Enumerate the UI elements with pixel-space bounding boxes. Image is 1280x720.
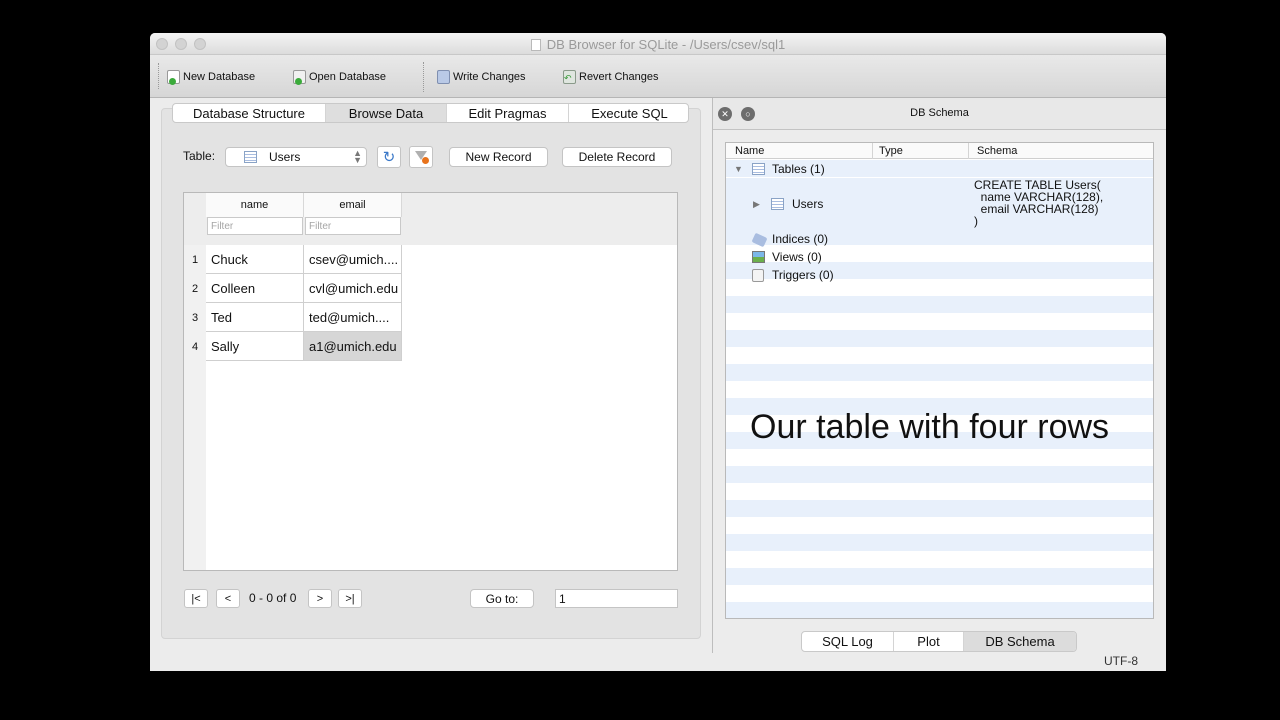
cell-name[interactable]: Colleen — [206, 274, 304, 303]
tables-label: Tables (1) — [772, 162, 825, 176]
users-label: Users — [792, 197, 824, 211]
title-bar: DB Browser for SQLite - /Users/csev/sql1 — [150, 33, 1166, 55]
clear-filter-icon — [415, 151, 429, 164]
cell-email[interactable]: ted@umich.... — [304, 303, 402, 332]
record-range: 0 - 0 of 0 — [249, 591, 297, 605]
row-number[interactable]: 1 — [184, 245, 206, 274]
table-select-value: Users — [269, 150, 301, 164]
table-label: Table: — [183, 149, 216, 163]
cell-name[interactable]: Chuck — [206, 245, 304, 274]
triggers-label: Triggers (0) — [772, 268, 834, 282]
main-tabs: Database Structure Browse Data Edit Prag… — [172, 103, 689, 123]
cell-name[interactable]: Sally — [206, 332, 304, 361]
prev-page-button[interactable]: < — [216, 589, 240, 608]
users-schema-sql: CREATE TABLE Users( name VARCHAR(128), e… — [974, 178, 1104, 228]
filter-input-email[interactable]: Filter — [305, 217, 401, 235]
overlay-caption: Our table with four rows — [750, 408, 1110, 446]
table-select[interactable]: Users ▲ ▼ — [225, 147, 367, 167]
encoding-status: UTF-8 — [1104, 654, 1138, 668]
tab-browse-data[interactable]: Browse Data — [326, 104, 447, 122]
first-page-button[interactable]: |< — [184, 589, 208, 608]
revert-icon: ↶ — [563, 70, 576, 84]
filter-input-name[interactable]: Filter — [207, 217, 303, 235]
refresh-button[interactable]: ↻ — [377, 146, 401, 168]
main-toolbar: New Database Open Database Write Changes… — [150, 55, 1166, 98]
tab-database-structure[interactable]: Database Structure — [173, 104, 326, 122]
cell-email[interactable]: csev@umich.... — [304, 245, 402, 274]
save-icon — [437, 70, 450, 84]
views-label: Views (0) — [772, 250, 822, 264]
toolbar-separator — [423, 62, 424, 92]
tree-item-views[interactable]: Views (0) — [726, 249, 1153, 266]
next-page-button[interactable]: > — [308, 589, 332, 608]
header-schema[interactable]: Schema — [977, 145, 1017, 157]
clear-filters-button[interactable] — [409, 146, 433, 168]
chevron-updown-icon: ▲ ▼ — [353, 148, 362, 165]
header-name[interactable]: Name — [735, 145, 764, 157]
app-window: DB Browser for SQLite - /Users/csev/sql1… — [150, 33, 1166, 671]
tab-db-schema[interactable]: DB Schema — [964, 632, 1076, 651]
open-database-button[interactable]: Open Database — [293, 68, 386, 86]
window-title: DB Browser for SQLite - /Users/csev/sql1 — [150, 37, 1166, 52]
write-changes-label: Write Changes — [453, 71, 526, 83]
new-database-button[interactable]: New Database — [167, 68, 255, 86]
cell-email[interactable]: cvl@umich.edu — [304, 274, 402, 303]
table-icon — [244, 151, 257, 163]
header-separator — [872, 143, 873, 159]
goto-button[interactable]: Go to: — [470, 589, 534, 608]
table-icon — [771, 198, 784, 210]
column-header-email[interactable]: email — [304, 193, 402, 217]
revert-changes-label: Revert Changes — [579, 71, 659, 83]
tab-execute-sql[interactable]: Execute SQL — [569, 104, 688, 122]
revert-changes-button[interactable]: ↶ Revert Changes — [563, 68, 659, 86]
new-record-button[interactable]: New Record — [449, 147, 548, 167]
cell-name[interactable]: Ted — [206, 303, 304, 332]
schema-dock-header: ✕ ○ DB Schema — [713, 98, 1166, 130]
table-icon — [752, 163, 765, 175]
open-database-icon — [293, 70, 306, 85]
new-database-icon — [167, 70, 180, 85]
cell-email-selected[interactable]: a1@umich.edu — [304, 332, 402, 361]
header-separator — [968, 143, 969, 159]
last-page-button[interactable]: >| — [338, 589, 362, 608]
collapsed-triangle-icon: ▶ — [753, 199, 760, 209]
indices-label: Indices (0) — [772, 232, 829, 246]
column-header-name[interactable]: name — [206, 193, 304, 217]
tab-sql-log[interactable]: SQL Log — [802, 632, 894, 651]
header-type[interactable]: Type — [879, 145, 903, 157]
window-title-text: DB Browser for SQLite - /Users/csev/sql1 — [546, 37, 786, 52]
tab-plot[interactable]: Plot — [894, 632, 964, 651]
open-database-label: Open Database — [309, 71, 387, 83]
row-number[interactable]: 4 — [184, 332, 206, 361]
index-icon — [751, 232, 768, 248]
row-number[interactable]: 3 — [184, 303, 206, 332]
tree-item-tables[interactable]: ▼ Tables (1) — [726, 161, 1153, 178]
goto-input[interactable]: 1 — [555, 589, 678, 608]
schema-tree-header: Name Type Schema — [726, 143, 1153, 159]
expanded-triangle-icon: ▼ — [734, 164, 743, 174]
tab-edit-pragmas[interactable]: Edit Pragmas — [447, 104, 569, 122]
schema-tree: Name Type Schema ▼ Tables (1) ▶ Users CR… — [725, 142, 1154, 619]
panel-splitter[interactable] — [712, 98, 713, 653]
data-grid: name email Filter Filter 1 Chuck csev@um… — [183, 192, 678, 571]
schema-dock-title: DB Schema — [910, 107, 969, 119]
new-database-label: New Database — [183, 71, 256, 83]
toolbar-grip — [158, 63, 161, 89]
write-changes-button[interactable]: Write Changes — [437, 68, 526, 86]
dock-tabs: SQL Log Plot DB Schema — [801, 631, 1077, 652]
tree-item-triggers[interactable]: Triggers (0) — [726, 267, 1153, 284]
trigger-icon — [752, 269, 764, 282]
row-number[interactable]: 2 — [184, 274, 206, 303]
refresh-icon: ↻ — [382, 148, 396, 166]
view-icon — [752, 251, 765, 263]
tree-item-indices[interactable]: Indices (0) — [726, 231, 1153, 248]
delete-record-button[interactable]: Delete Record — [562, 147, 672, 167]
document-icon — [530, 39, 541, 51]
